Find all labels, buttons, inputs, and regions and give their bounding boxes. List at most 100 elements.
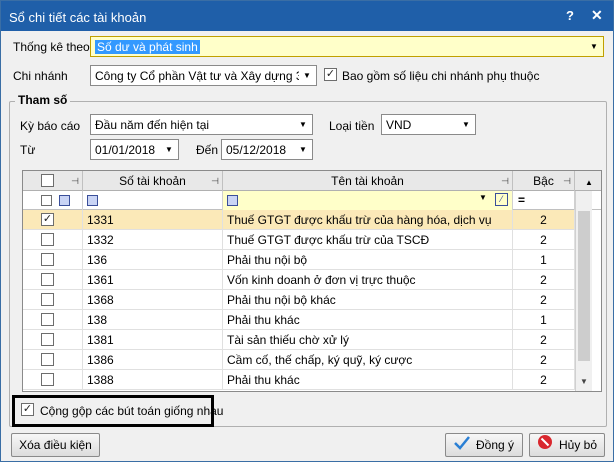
cell-ten-tai-khoan[interactable]: Tài sản thiếu chờ xử lý xyxy=(223,330,513,350)
cell-bac[interactable]: 2 xyxy=(513,270,575,290)
table-row[interactable]: 1386 Cầm cố, thế chấp, ký quỹ, ký cược 2 xyxy=(23,350,575,370)
col-header-bac[interactable]: Bậc ⊣ xyxy=(513,171,575,191)
table-row[interactable]: 136 Phải thu nội bộ 1 xyxy=(23,250,575,270)
cell-ten-tai-khoan[interactable]: Phải thu nội bộ khác xyxy=(223,290,513,310)
row-check-cell[interactable] xyxy=(23,370,83,390)
tu-date-field[interactable]: 01/01/2018 ▼ xyxy=(90,139,179,160)
table-row[interactable]: 1368 Phải thu nội bộ khác 2 xyxy=(23,290,575,310)
cell-ten-tai-khoan[interactable]: Thuế GTGT được khấu trừ của TSCĐ xyxy=(223,230,513,250)
select-all-header[interactable]: ⊣ xyxy=(23,171,83,191)
cell-bac[interactable]: 2 xyxy=(513,330,575,350)
cell-so-tai-khoan[interactable]: 1388 xyxy=(83,370,223,390)
row-checkbox[interactable] xyxy=(41,353,54,366)
cell-so-tai-khoan[interactable]: 1331 xyxy=(83,210,223,230)
pin-icon[interactable]: ⊣ xyxy=(71,171,79,191)
chevron-down-icon[interactable]: ▼ xyxy=(458,116,474,133)
chevron-down-icon[interactable]: ▼ xyxy=(299,67,315,84)
row-checkbox[interactable]: ✓ xyxy=(41,213,54,226)
select-all-checkbox[interactable] xyxy=(41,174,54,187)
chevron-down-icon[interactable]: ▼ xyxy=(586,38,602,55)
row-check-cell[interactable] xyxy=(23,330,83,350)
table-row[interactable]: 1381 Tài sản thiếu chờ xử lý 2 xyxy=(23,330,575,350)
row-check-cell[interactable] xyxy=(23,350,83,370)
cell-bac[interactable]: 2 xyxy=(513,230,575,250)
row-check-cell[interactable] xyxy=(23,230,83,250)
cell-bac[interactable]: 1 xyxy=(513,310,575,330)
filter-bac[interactable]: = xyxy=(513,191,575,210)
filter-so-tai-khoan[interactable] xyxy=(83,191,223,210)
cell-bac[interactable]: 2 xyxy=(513,370,575,390)
grid-header: ⊣ Số tài khoản ⊣ Tên tài khoản ⊣ Bậc ⊣ ▲ xyxy=(23,171,601,191)
cell-so-tai-khoan[interactable]: 1361 xyxy=(83,270,223,290)
row-check-cell[interactable] xyxy=(23,290,83,310)
cell-so-tai-khoan[interactable]: 1386 xyxy=(83,350,223,370)
chi-nhanh-combo[interactable]: Công ty Cổ phần Vật tư và Xây dựng 36 ▼ xyxy=(90,65,317,86)
col-header-label: Số tài khoản xyxy=(119,174,186,188)
chevron-down-icon[interactable]: ▼ xyxy=(295,141,311,158)
den-date-field[interactable]: 05/12/2018 ▼ xyxy=(221,139,313,160)
filter-check-cell[interactable] xyxy=(23,191,83,210)
dong-y-button[interactable]: Đồng ý xyxy=(445,433,523,457)
cell-ten-tai-khoan[interactable]: Cầm cố, thế chấp, ký quỹ, ký cược xyxy=(223,350,513,370)
row-checkbox[interactable] xyxy=(41,333,54,346)
cell-so-tai-khoan[interactable]: 136 xyxy=(83,250,223,270)
cell-bac[interactable]: 1 xyxy=(513,250,575,270)
row-checkbox[interactable] xyxy=(41,253,54,266)
cell-ten-tai-khoan[interactable]: Phải thu khác xyxy=(223,370,513,390)
row-check-cell[interactable] xyxy=(23,250,83,270)
table-row[interactable]: ✓ 1331 Thuế GTGT được khấu trừ của hàng hó… xyxy=(23,210,575,230)
filter-operator-icon[interactable] xyxy=(59,195,70,206)
row-check-cell[interactable] xyxy=(23,310,83,330)
row-checkbox[interactable] xyxy=(41,233,54,246)
table-row[interactable]: 138 Phải thu khác 1 xyxy=(23,310,575,330)
scroll-down-icon[interactable]: ▼ xyxy=(576,373,592,390)
thong-ke-combo[interactable]: Số dư và phát sinh ▼ xyxy=(90,36,604,57)
cell-ten-tai-khoan[interactable]: Vốn kinh doanh ở đơn vị trực thuộc xyxy=(223,270,513,290)
cell-ten-tai-khoan[interactable]: Thuế GTGT được khấu trừ của hàng hóa, dị… xyxy=(223,210,513,230)
col-header-ten-tai-khoan[interactable]: Tên tài khoản ⊣ xyxy=(223,171,513,191)
chevron-down-icon[interactable]: ▼ xyxy=(295,116,311,133)
cong-gop-checkbox[interactable]: ✓ xyxy=(21,403,34,416)
pin-icon[interactable]: ⊣ xyxy=(563,171,571,191)
scroll-up-icon[interactable]: ▲ xyxy=(585,178,593,187)
filter-operator-icon[interactable] xyxy=(87,195,98,206)
scrollbar-thumb[interactable] xyxy=(578,211,590,361)
cell-bac[interactable]: 2 xyxy=(513,290,575,310)
cell-bac[interactable]: 2 xyxy=(513,210,575,230)
clear-filter-icon[interactable]: ⁄ xyxy=(495,193,508,206)
pin-icon[interactable]: ⊣ xyxy=(501,171,509,191)
xoa-dieu-kien-button[interactable]: Xóa điều kiện xyxy=(11,433,100,457)
row-check-cell[interactable]: ✓ xyxy=(23,210,83,230)
cell-so-tai-khoan[interactable]: 138 xyxy=(83,310,223,330)
close-icon[interactable]: ✕ xyxy=(591,7,603,24)
loai-tien-combo[interactable]: VND ▼ xyxy=(381,114,476,135)
cell-so-tai-khoan[interactable]: 1381 xyxy=(83,330,223,350)
filter-ten-tai-khoan[interactable]: ▼ ⁄ xyxy=(223,191,513,210)
cell-ten-tai-khoan[interactable]: Phải thu khác xyxy=(223,310,513,330)
filter-row: ▼ ⁄ = xyxy=(23,191,601,210)
row-checkbox[interactable] xyxy=(41,293,54,306)
row-check-cell[interactable] xyxy=(23,270,83,290)
cell-ten-tai-khoan[interactable]: Phải thu nội bộ xyxy=(223,250,513,270)
row-checkbox[interactable] xyxy=(41,313,54,326)
row-checkbox[interactable] xyxy=(41,373,54,386)
filter-checkbox-icon[interactable] xyxy=(41,195,52,206)
table-row[interactable]: 1332 Thuế GTGT được khấu trừ của TSCĐ 2 xyxy=(23,230,575,250)
filter-operator-icon[interactable] xyxy=(227,195,238,206)
chevron-down-icon[interactable]: ▼ xyxy=(479,193,487,202)
col-header-so-tai-khoan[interactable]: Số tài khoản ⊣ xyxy=(83,171,223,191)
help-icon[interactable]: ? xyxy=(566,8,574,23)
ky-bao-cao-combo[interactable]: Đầu năm đến hiện tại ▼ xyxy=(90,114,313,135)
cell-so-tai-khoan[interactable]: 1368 xyxy=(83,290,223,310)
table-row[interactable]: 1361 Vốn kinh doanh ở đơn vị trực thuộc 2 xyxy=(23,270,575,290)
chi-nhanh-value: Công ty Cổ phần Vật tư và Xây dựng 36 xyxy=(95,69,310,83)
huy-bo-button[interactable]: Hủy bỏ xyxy=(529,433,605,457)
row-checkbox[interactable] xyxy=(41,273,54,286)
table-row[interactable]: 1388 Phải thu khác 2 xyxy=(23,370,575,390)
pin-icon[interactable]: ⊣ xyxy=(211,171,219,191)
chevron-down-icon[interactable]: ▼ xyxy=(161,141,177,158)
vertical-scrollbar[interactable]: ▼ xyxy=(575,191,592,391)
cell-bac[interactable]: 2 xyxy=(513,350,575,370)
bao-gom-checkbox[interactable]: ✓ xyxy=(324,68,337,81)
cell-so-tai-khoan[interactable]: 1332 xyxy=(83,230,223,250)
